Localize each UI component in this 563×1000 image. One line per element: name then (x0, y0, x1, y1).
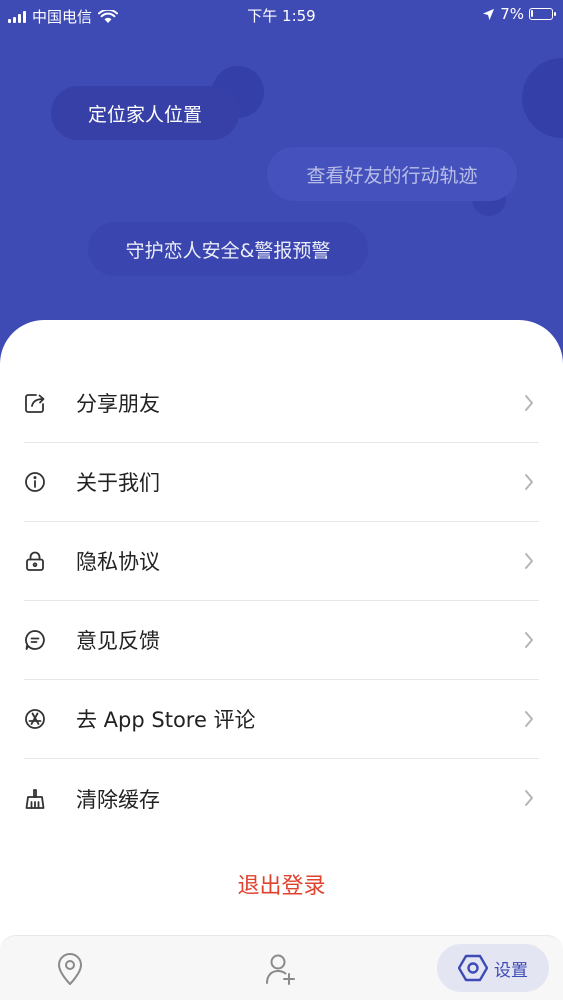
chevron-right-icon (525, 711, 533, 727)
share-icon (24, 385, 60, 421)
tab-friends[interactable] (251, 936, 311, 1000)
menu-item-privacy[interactable]: 隐私协议 (24, 522, 539, 601)
location-arrow-icon (483, 8, 495, 20)
status-right: 7% (482, 5, 556, 23)
menu-item-clear-cache[interactable]: 清除缓存 (24, 759, 539, 838)
menu-item-app-store-review[interactable]: 去 App Store 评论 (24, 680, 539, 759)
menu-item-share[interactable]: 分享朋友 (24, 364, 539, 443)
battery-level (531, 10, 533, 17)
hero-bubble-protect: 守护恋人安全&警报预警 (88, 222, 368, 276)
settings-icon (458, 954, 488, 982)
tab-settings-label: 设置 (494, 960, 528, 981)
broom-icon (24, 781, 60, 817)
menu-item-feedback[interactable]: 意见反馈 (24, 601, 539, 680)
menu-item-label: 去 App Store 评论 (76, 708, 256, 732)
location-pin-icon (58, 952, 82, 985)
menu-item-label: 隐私协议 (76, 550, 160, 574)
tab-bar: 设置 (0, 935, 563, 1000)
decor-circle (522, 58, 563, 138)
tab-location[interactable] (40, 936, 100, 1000)
info-icon (24, 464, 60, 500)
hero-bubble-locate: 定位家人位置 (51, 86, 239, 140)
chevron-right-icon (525, 790, 533, 806)
status-time: 下午 1:59 (247, 7, 316, 25)
chevron-right-icon (525, 553, 533, 569)
add-friend-icon (266, 954, 295, 985)
chevron-right-icon (525, 632, 533, 648)
menu-item-label: 分享朋友 (76, 392, 160, 416)
lock-icon (24, 543, 60, 579)
menu-item-label: 关于我们 (76, 471, 160, 495)
menu-item-label: 清除缓存 (76, 787, 160, 812)
battery-percent: 7% (500, 5, 524, 23)
status-bar: 中国电信 下午 1:59 7% (0, 0, 563, 30)
hero-bubble-track: 查看好友的行动轨迹 (267, 147, 517, 201)
logout-button[interactable]: 退出登录 (0, 868, 563, 900)
chevron-right-icon (525, 395, 533, 411)
menu-item-about[interactable]: 关于我们 (24, 443, 539, 522)
battery-icon (529, 8, 556, 20)
chevron-right-icon (525, 474, 533, 490)
tab-settings[interactable]: 设置 (437, 944, 549, 992)
feedback-icon (24, 622, 60, 658)
menu-item-label: 意见反馈 (76, 629, 160, 653)
settings-sheet: 分享朋友 关于我们 隐私协议 意见反馈 去 App Store 评论 清除缓存 … (0, 320, 563, 935)
app-store-icon (24, 701, 60, 737)
settings-menu: 分享朋友 关于我们 隐私协议 意见反馈 去 App Store 评论 清除缓存 (24, 364, 539, 838)
